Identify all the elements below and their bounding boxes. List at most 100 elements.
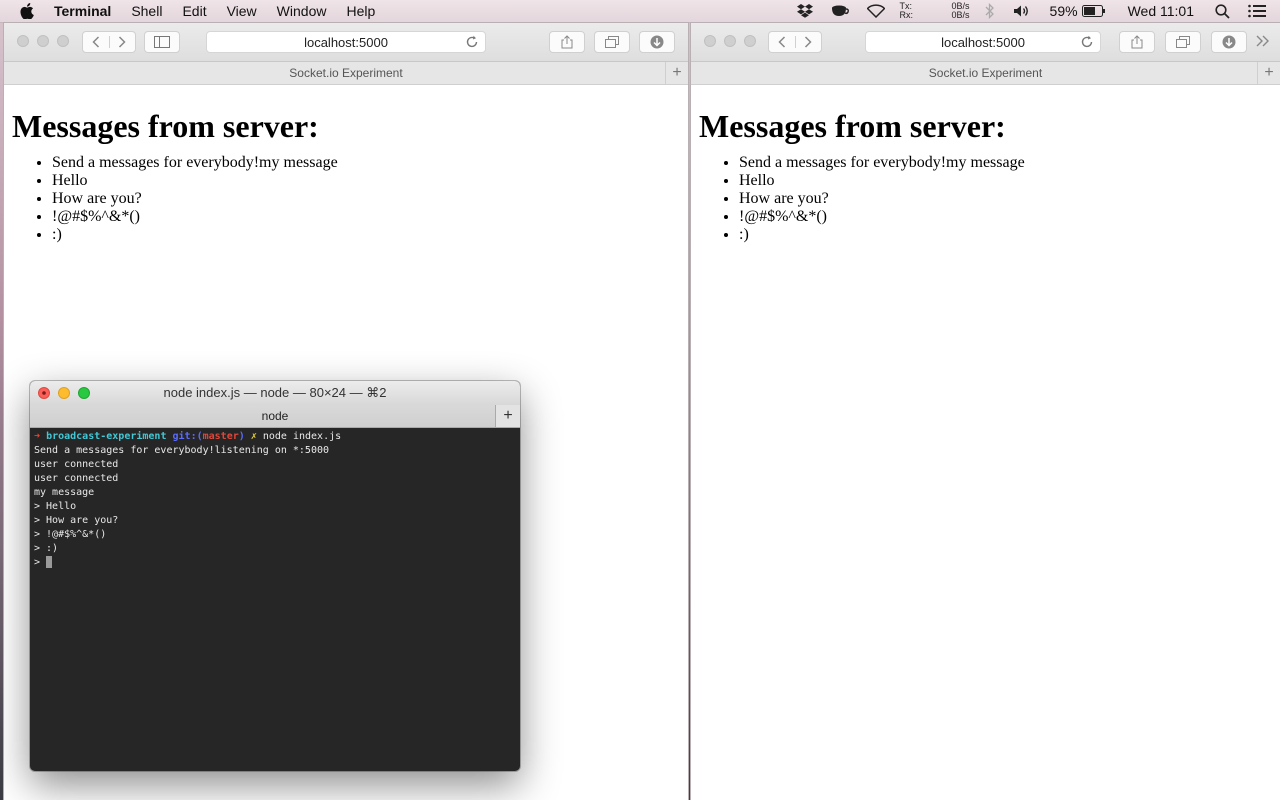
terminal-tab[interactable]: node — [262, 409, 289, 423]
sidebar-icon — [154, 36, 170, 48]
address-text: localhost:5000 — [941, 34, 1025, 50]
current-prompt: > — [34, 557, 47, 568]
prompt-git-prefix: git:( — [172, 431, 203, 442]
prompt-directory: broadcast-experiment — [46, 431, 167, 442]
back-forward-buttons — [768, 31, 822, 53]
tab-bar: Socket.io Experiment + — [4, 62, 688, 85]
output-line: > :) — [34, 543, 59, 554]
output-line: user connected — [34, 459, 119, 470]
message-item: !@#$%^&*() — [739, 208, 1280, 226]
browser-toolbar: localhost:5000 — [4, 23, 688, 62]
new-tab-button[interactable]: + — [665, 62, 688, 84]
caffeine-cup-icon[interactable] — [831, 4, 849, 18]
apple-icon[interactable] — [20, 3, 34, 19]
terminal-title-bar[interactable]: node index.js — node — 80×24 — ⌘2 — [30, 381, 520, 405]
prompt-command: node index.js — [262, 431, 342, 442]
zoom-window-button[interactable] — [744, 35, 756, 47]
terminal-output[interactable]: ➜ broadcast-experiment git:(master) ✗ no… — [30, 428, 520, 572]
share-button[interactable] — [1119, 31, 1155, 53]
menu-help[interactable]: Help — [346, 3, 375, 19]
notification-center-icon[interactable] — [1248, 4, 1266, 18]
back-arrow-icon[interactable] — [769, 36, 796, 48]
tab-bar: Socket.io Experiment + — [691, 62, 1280, 85]
page-heading: Messages from server: — [699, 108, 1006, 144]
output-line: > !@#$%^&*() — [34, 529, 107, 540]
minimize-window-button[interactable] — [724, 35, 736, 47]
message-item: Hello — [52, 172, 688, 190]
minimize-window-button[interactable] — [58, 387, 70, 399]
new-tab-button[interactable]: + — [1257, 62, 1280, 84]
zoom-window-button[interactable] — [78, 387, 90, 399]
terminal-tab-bar: node + — [30, 405, 520, 428]
prompt-dirty-mark: ✗ — [250, 431, 257, 442]
message-item: :) — [739, 226, 1280, 244]
downloads-button[interactable] — [1211, 31, 1247, 53]
prompt-git-suffix: ) — [238, 431, 245, 442]
messages-list: Send a messages for everybody!my message… — [699, 154, 1280, 244]
browser-toolbar: localhost:5000 — [691, 23, 1280, 62]
clock[interactable]: Wed 11:01 — [1128, 3, 1194, 19]
back-arrow-icon[interactable] — [83, 36, 110, 48]
menu-shell[interactable]: Shell — [131, 3, 162, 19]
share-icon — [1131, 35, 1143, 49]
tabs-icon — [1176, 36, 1190, 48]
download-icon — [1222, 35, 1236, 49]
downloads-button[interactable] — [639, 31, 675, 53]
tabs-icon — [605, 36, 619, 48]
forward-arrow-icon[interactable] — [796, 36, 822, 48]
output-line: > Hello — [34, 501, 77, 512]
current-input-line: > — [34, 556, 516, 570]
forward-arrow-icon[interactable] — [110, 36, 136, 48]
tab-title[interactable]: Socket.io Experiment — [289, 66, 402, 80]
battery-icon — [1081, 5, 1105, 17]
rx-label: Rx: — [899, 10, 914, 20]
menu-window[interactable]: Window — [277, 3, 327, 19]
output-line: > How are you? — [34, 515, 119, 526]
address-bar[interactable]: localhost:5000 — [865, 31, 1101, 53]
menu-bar: Terminal Shell Edit View Window Help Tx:… — [0, 0, 1280, 23]
prompt-line: ➜ broadcast-experiment git:(master) ✗ no… — [34, 430, 516, 444]
message-item: How are you? — [739, 190, 1280, 208]
share-button[interactable] — [549, 31, 585, 53]
output-line: my message — [34, 487, 95, 498]
address-bar[interactable]: localhost:5000 — [206, 31, 486, 53]
prompt-git-branch: master — [202, 431, 239, 442]
text-cursor — [46, 556, 53, 568]
show-tabs-button[interactable] — [1165, 31, 1201, 53]
message-item: Send a messages for everybody!my message — [52, 154, 688, 172]
zoom-window-button[interactable] — [57, 35, 69, 47]
show-tabs-button[interactable] — [594, 31, 630, 53]
menu-edit[interactable]: Edit — [182, 3, 206, 19]
close-window-button[interactable] — [17, 35, 29, 47]
close-window-button[interactable] — [38, 387, 50, 399]
address-text: localhost:5000 — [304, 34, 388, 50]
reload-icon[interactable] — [1080, 35, 1094, 49]
message-item: Send a messages for everybody!my message — [739, 154, 1280, 172]
tab-title[interactable]: Socket.io Experiment — [929, 66, 1042, 80]
menu-app-name[interactable]: Terminal — [54, 3, 111, 19]
browser-window-right: localhost:5000 Socket.io Experiment + Me… — [691, 23, 1280, 800]
web-page-content: Messages from server: Send a messages fo… — [691, 106, 1280, 244]
volume-icon[interactable] — [1013, 4, 1031, 18]
output-line: user connected — [34, 473, 119, 484]
sidebar-toggle-button[interactable] — [144, 31, 180, 53]
toolbar-overflow-chevron-icon[interactable] — [1256, 34, 1270, 52]
terminal-title: node index.js — node — 80×24 — ⌘2 — [163, 385, 387, 400]
reload-icon[interactable] — [465, 35, 479, 49]
page-heading: Messages from server: — [12, 108, 319, 144]
spotlight-search-icon[interactable] — [1215, 3, 1230, 19]
menu-view[interactable]: View — [227, 3, 257, 19]
network-monitor[interactable]: Tx: 0B/s Rx: 0B/s — [900, 2, 970, 20]
close-window-button[interactable] — [704, 35, 716, 47]
new-terminal-tab-button[interactable]: + — [495, 405, 520, 427]
battery-status[interactable]: 59% — [1050, 3, 1106, 19]
wifi-icon[interactable] — [866, 4, 885, 18]
bluetooth-icon[interactable] — [985, 3, 995, 19]
dropbox-icon[interactable] — [796, 4, 813, 18]
battery-percent: 59% — [1049, 3, 1078, 19]
minimize-window-button[interactable] — [37, 35, 49, 47]
web-page-content: Messages from server: Send a messages fo… — [4, 106, 688, 244]
back-forward-buttons — [82, 31, 136, 53]
output-line: Send a messages for everybody!listening … — [34, 445, 330, 456]
message-item: How are you? — [52, 190, 688, 208]
